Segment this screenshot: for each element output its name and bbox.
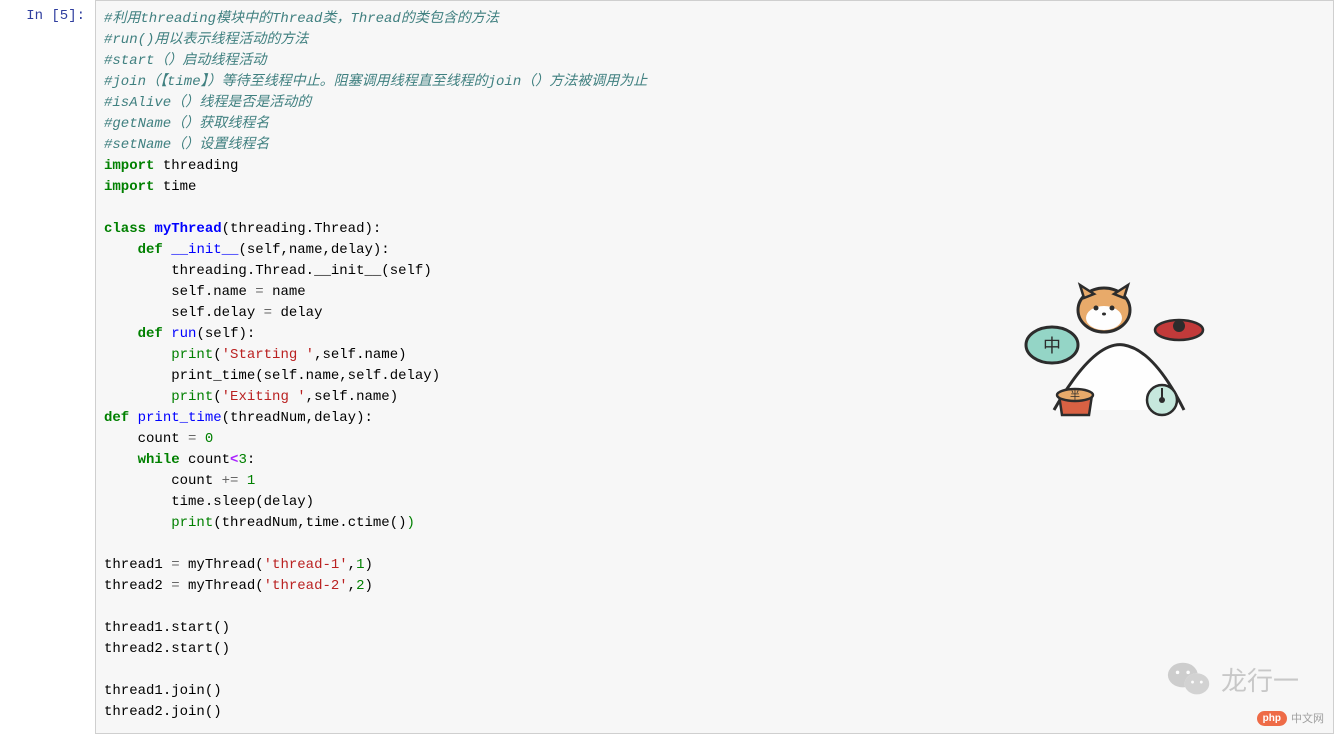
- builtin-print: print: [171, 515, 213, 531]
- comment-line: #setName（）设置线程名: [104, 137, 269, 153]
- string-literal: 'thread-1': [264, 557, 348, 573]
- comment-line: #run()用以表示线程活动的方法: [104, 32, 308, 48]
- keyword-import: import: [104, 179, 154, 195]
- function-name: __init__: [171, 242, 238, 258]
- input-prompt-label: In [5]:: [26, 8, 85, 24]
- comment-line: #join（【time】）等待至线程中止。阻塞调用线程直至线程的join（）方法…: [104, 74, 647, 90]
- wechat-icon: [1167, 659, 1211, 699]
- builtin-print: print: [171, 347, 213, 363]
- variable: thread2: [104, 578, 163, 594]
- php-text: 中文网: [1291, 710, 1324, 726]
- function-name: run: [171, 326, 196, 342]
- input-prompt-area: In [5]:: [0, 0, 95, 734]
- php-badge: php: [1257, 711, 1287, 726]
- module-name: threading: [163, 158, 239, 174]
- keyword-def: def: [104, 410, 129, 426]
- number-literal: 0: [205, 431, 213, 447]
- svg-text:中: 中: [1043, 336, 1061, 356]
- string-literal: 'Starting ': [222, 347, 314, 363]
- svg-text:半: 半: [1070, 389, 1080, 402]
- comment-line: #isAlive（）线程是否是活动的: [104, 95, 311, 111]
- keyword-class: class: [104, 221, 146, 237]
- class-name: myThread: [154, 221, 221, 237]
- variable: thread1: [104, 557, 163, 573]
- cat-watermark-icon: 中 半: [1014, 280, 1214, 430]
- php-logo-watermark: php 中文网: [1257, 710, 1324, 726]
- keyword-import: import: [104, 158, 154, 174]
- comment-line: #getName（）获取线程名: [104, 116, 269, 132]
- keyword-def: def: [138, 326, 163, 342]
- wechat-text: 龙行一: [1221, 661, 1299, 698]
- builtin-print: print: [171, 389, 213, 405]
- comment-line: #利用threading模块中的Thread类，Thread的类包含的方法: [104, 11, 499, 27]
- string-literal: 'Exiting ': [222, 389, 306, 405]
- keyword-def: def: [138, 242, 163, 258]
- comment-line: #start（）启动线程活动: [104, 53, 266, 69]
- wechat-watermark: 龙行一: [1167, 659, 1299, 699]
- function-name: print_time: [138, 410, 222, 426]
- module-name: time: [163, 179, 197, 195]
- number-literal: 1: [247, 473, 255, 489]
- keyword-while: while: [138, 452, 180, 468]
- number-literal: 3: [238, 452, 246, 468]
- string-literal: 'thread-2': [264, 578, 348, 594]
